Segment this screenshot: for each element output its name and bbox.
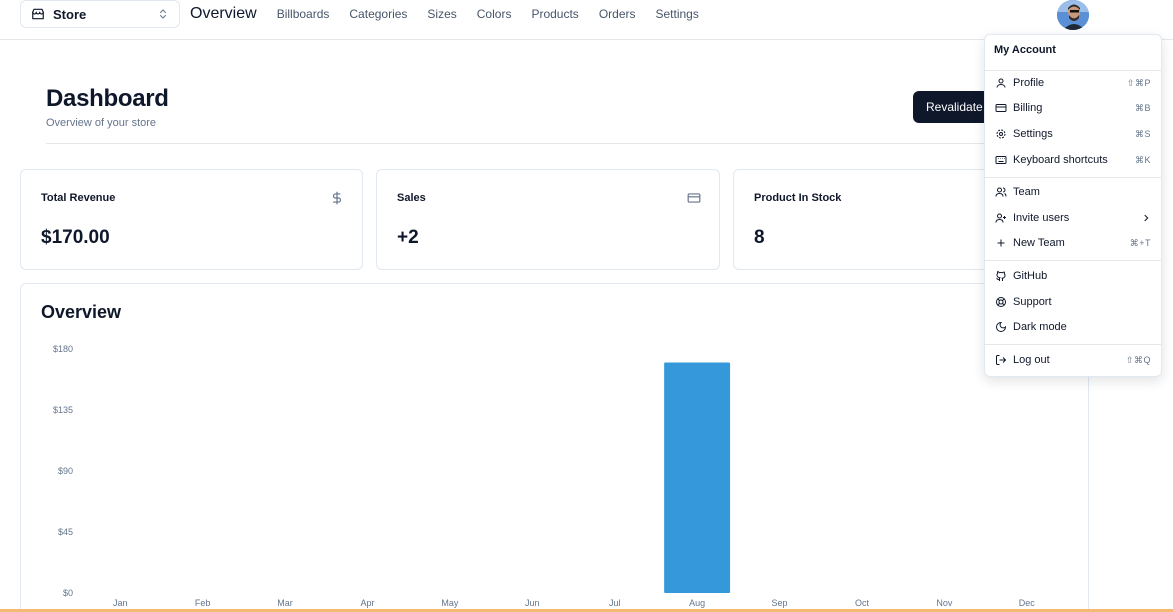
x-tick-label: Aug <box>689 598 705 608</box>
stat-card-sales: Sales +2 <box>376 169 720 270</box>
credit-card-icon <box>687 193 701 203</box>
overview-chart-card: Overview $0 $45 $90 $135 $180 Jan Feb Mar Apr May… <box>20 283 1089 612</box>
account-menu: My Account Profile ⇧⌘P Billing ⌘B Settin… <box>984 34 1162 377</box>
x-tick-label: Nov <box>936 598 953 608</box>
menu-shortcut: ⌘S <box>1134 128 1151 139</box>
menu-separator <box>985 260 1161 261</box>
nav-link-billboards[interactable]: Billboards <box>277 7 330 21</box>
y-tick-label: $90 <box>58 466 73 476</box>
stat-card-title: Product In Stock <box>754 192 842 204</box>
menu-item-label: Billing <box>1013 102 1043 114</box>
x-tick-label: Dec <box>1019 598 1036 608</box>
store-icon <box>32 8 44 20</box>
nav-link-settings[interactable]: Settings <box>656 7 699 21</box>
overview-bar-chart: $0 $45 $90 $135 $180 Jan Feb Mar Apr May Jun Jul Aug… <box>53 344 1036 608</box>
x-tick-label: Jun <box>525 598 540 608</box>
stat-card-title: Total Revenue <box>41 192 116 204</box>
main-nav: Overview Billboards Categories Sizes Col… <box>190 0 719 28</box>
page-title: Dashboard <box>46 85 169 112</box>
menu-item-label: GitHub <box>1013 270 1048 282</box>
menu-label: My Account <box>994 44 1056 56</box>
menu-shortcut: ⌘+T <box>1129 237 1151 248</box>
divider <box>46 143 1046 144</box>
stat-card-revenue: Total Revenue $170.00 <box>20 169 363 270</box>
menu-item-label: Keyboard shortcuts <box>1013 154 1108 166</box>
stat-card-value: $170.00 <box>41 227 110 248</box>
log-out-icon <box>996 355 1007 365</box>
x-tick-label: Sep <box>772 598 788 608</box>
menu-item-log-out[interactable]: Log out ⇧⌘Q <box>985 348 1161 372</box>
users-icon <box>995 187 1007 197</box>
chevron-right-icon <box>1144 214 1149 222</box>
chevrons-up-down-icon <box>160 9 166 19</box>
menu-shortcut: ⇧⌘Q <box>1125 354 1151 365</box>
menu-shortcut: ⇧⌘P <box>1126 77 1151 88</box>
y-tick-label: $0 <box>63 588 73 598</box>
revalidate-button[interactable]: Revalidate <box>913 91 993 123</box>
menu-item-settings[interactable]: Settings ⌘S <box>985 122 1161 146</box>
menu-item-label: Log out <box>1013 354 1050 366</box>
menu-item-keyboard-shortcuts[interactable]: Keyboard shortcuts ⌘K <box>985 148 1161 172</box>
menu-item-team[interactable]: Team <box>985 180 1161 204</box>
x-tick-label: Oct <box>855 598 870 608</box>
avatar-image <box>1057 0 1089 30</box>
menu-item-label: Profile <box>1013 77 1045 89</box>
plus-icon <box>997 239 1005 247</box>
menu-item-new-team[interactable]: New Team ⌘+T <box>985 231 1161 255</box>
menu-item-invite-users[interactable]: Invite users <box>985 206 1161 230</box>
menu-item-label: Team <box>1013 186 1040 198</box>
page-heading: Dashboard Overview of your store <box>46 85 169 130</box>
x-tick-label: Apr <box>360 598 374 608</box>
store-switcher[interactable]: Store <box>20 0 180 28</box>
menu-item-github[interactable]: GitHub <box>985 264 1161 288</box>
x-tick-label: Mar <box>277 598 293 608</box>
menu-item-label: Invite users <box>1013 212 1070 224</box>
nav-link-products[interactable]: Products <box>531 7 578 21</box>
stat-card-title: Sales <box>397 192 426 204</box>
moon-icon <box>996 321 1007 332</box>
y-tick-label: $180 <box>53 344 73 354</box>
dollar-icon <box>332 191 342 205</box>
nav-link-orders[interactable]: Orders <box>599 7 636 21</box>
menu-item-label: New Team <box>1013 237 1065 249</box>
menu-item-dark-mode[interactable]: Dark mode <box>985 315 1161 339</box>
x-tick-label: Feb <box>195 598 211 608</box>
stat-card-value: +2 <box>397 227 419 248</box>
nav-link-sizes[interactable]: Sizes <box>427 7 456 21</box>
user-plus-icon <box>995 213 1006 223</box>
avatar[interactable] <box>1057 0 1089 30</box>
x-tick-label: May <box>441 598 459 608</box>
credit-card-icon <box>995 104 1007 112</box>
keyboard-icon <box>995 156 1007 164</box>
store-name: Store <box>53 6 87 22</box>
y-tick-label: $135 <box>53 405 73 415</box>
menu-item-label: Support <box>1013 296 1052 308</box>
menu-item-profile[interactable]: Profile ⇧⌘P <box>985 71 1161 95</box>
menu-separator <box>985 344 1161 345</box>
menu-shortcut: ⌘K <box>1134 154 1151 165</box>
gear-icon <box>996 129 1006 139</box>
x-tick-label: Jul <box>609 598 621 608</box>
menu-item-billing[interactable]: Billing ⌘B <box>985 96 1161 120</box>
life-buoy-icon <box>996 297 1006 307</box>
menu-separator <box>985 177 1161 178</box>
page-subtitle: Overview of your store <box>46 117 157 129</box>
y-tick-label: $45 <box>58 527 73 537</box>
nav-link-colors[interactable]: Colors <box>477 7 512 21</box>
user-icon <box>996 78 1006 88</box>
nav-link-overview[interactable]: Overview <box>190 5 257 23</box>
bar-aug[interactable] <box>664 362 731 593</box>
menu-item-support[interactable]: Support <box>985 290 1161 314</box>
x-tick-label: Jan <box>113 598 128 608</box>
menu-item-label: Dark mode <box>1013 321 1067 333</box>
nav-link-categories[interactable]: Categories <box>349 7 407 21</box>
menu-shortcut: ⌘B <box>1134 102 1151 113</box>
stat-card-value: 8 <box>754 227 765 248</box>
menu-item-label: Settings <box>1013 128 1053 140</box>
github-icon <box>996 271 1006 281</box>
